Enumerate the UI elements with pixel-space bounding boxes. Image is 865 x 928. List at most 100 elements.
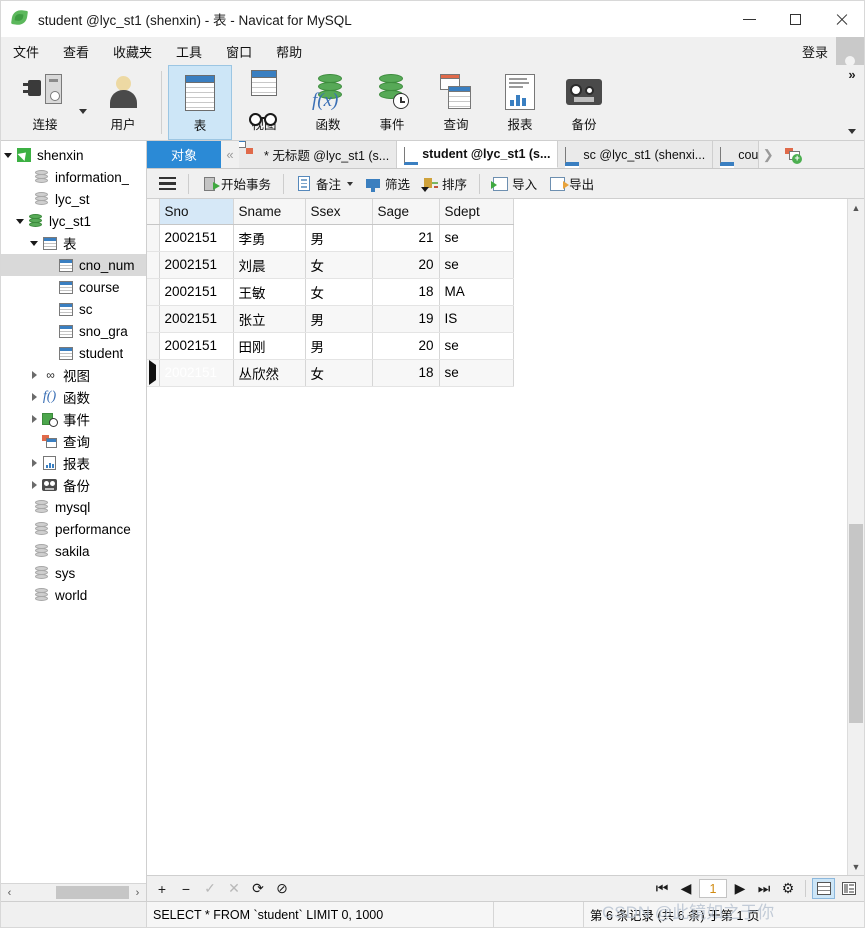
cell-ssex[interactable]: 女 — [305, 278, 373, 306]
cell-sname[interactable]: 张立 — [233, 305, 306, 333]
tree-node-functions[interactable]: f() 函数 — [1, 386, 146, 408]
tree-node-sys[interactable]: sys — [1, 562, 146, 584]
add-record-button[interactable]: + — [151, 878, 173, 900]
toolbar-report[interactable]: 报表 — [488, 65, 552, 140]
cell-sage[interactable]: 18 — [372, 359, 440, 387]
filter-button[interactable]: 筛选 — [360, 171, 415, 196]
cell-sno[interactable]: 2002151 — [159, 305, 234, 333]
row-indicator[interactable] — [147, 224, 160, 252]
cell-ssex[interactable]: 男 — [305, 332, 373, 360]
tab-untitled-query[interactable]: * 无标题 @lyc_st1 (s... — [239, 141, 398, 168]
chevron-down-icon[interactable] — [347, 181, 354, 186]
cell-sno[interactable]: 2002151 — [159, 332, 234, 360]
grid-vscrollbar[interactable]: ▲ ▼ — [847, 199, 864, 875]
column-header-sname[interactable]: Sname — [233, 199, 306, 225]
start-transaction-button[interactable]: 开始事务 — [196, 171, 276, 196]
cell-sage[interactable]: 19 — [372, 305, 440, 333]
toolbar-overflow[interactable]: » — [844, 65, 860, 140]
tab-course[interactable]: cou — [713, 141, 760, 168]
toolbar-function[interactable]: f(x) 函数 — [296, 65, 360, 140]
tab-student[interactable]: student @lyc_st1 (s... — [397, 141, 559, 168]
twisty-down-icon[interactable] — [1, 152, 15, 158]
scroll-track[interactable] — [18, 884, 129, 901]
cell-ssex[interactable]: 男 — [305, 305, 373, 333]
connection-dropdown-caret[interactable] — [77, 65, 91, 140]
row-indicator[interactable] — [147, 332, 160, 360]
toolbar-view[interactable]: 视图 — [232, 65, 296, 140]
tab-sc[interactable]: sc @lyc_st1 (shenxi... — [558, 141, 714, 168]
column-header-sno[interactable]: Sno — [159, 199, 234, 225]
tree-node-views[interactable]: ∞ 视图 — [1, 364, 146, 386]
twisty-right-icon[interactable] — [27, 459, 41, 467]
cancel-changes-button[interactable]: ✕ — [223, 878, 245, 900]
cell-sdept[interactable]: se — [439, 251, 514, 279]
close-button[interactable] — [818, 1, 864, 37]
cell-sno[interactable]: 2002151 — [159, 251, 234, 279]
refresh-button[interactable]: ⟳ — [247, 878, 269, 900]
tab-scroll-right[interactable]: ❯ — [759, 141, 777, 168]
minimize-button[interactable] — [726, 1, 772, 37]
grid-view-toggle[interactable] — [812, 878, 835, 899]
tree-node-lyc-st[interactable]: lyc_st — [1, 188, 146, 210]
menu-favorites[interactable]: 收藏夹 — [101, 38, 164, 65]
next-page-button[interactable]: ▶ — [729, 878, 751, 900]
scroll-down-icon[interactable]: ▼ — [848, 858, 864, 875]
data-grid-area[interactable]: Sno Sname Ssex Sage Sdept 2002151 李勇 男 2… — [147, 199, 847, 875]
tree-node-table-sno-gra[interactable]: sno_gra — [1, 320, 146, 342]
table-row[interactable]: 2002151 李勇 男 21 se — [147, 224, 514, 252]
scroll-thumb[interactable] — [56, 886, 129, 899]
cell-ssex[interactable]: 男 — [305, 224, 373, 252]
cell-sdept[interactable]: se — [439, 332, 514, 360]
twisty-down-icon[interactable] — [27, 240, 41, 246]
data-grid[interactable]: Sno Sname Ssex Sage Sdept 2002151 李勇 男 2… — [147, 199, 514, 387]
first-page-button[interactable]: ⏮ — [651, 878, 673, 900]
row-indicator[interactable] — [147, 251, 160, 279]
tree-node-table-course[interactable]: course — [1, 276, 146, 298]
tree-node-queries[interactable]: 查询 — [1, 430, 146, 452]
tab-scroll-left[interactable]: « — [221, 141, 239, 168]
scroll-left-icon[interactable]: ‹ — [1, 884, 18, 901]
toolbar-user[interactable]: 用户 — [91, 65, 155, 140]
twisty-right-icon[interactable] — [27, 415, 41, 423]
apply-changes-button[interactable]: ✓ — [199, 878, 221, 900]
toolbar-query[interactable]: 查询 — [424, 65, 488, 140]
table-row[interactable]: 2002151 张立 男 19 IS — [147, 305, 514, 333]
menu-help[interactable]: 帮助 — [264, 38, 314, 65]
tree-node-events[interactable]: 事件 — [1, 408, 146, 430]
page-number-input[interactable]: 1 — [699, 879, 727, 898]
toolbar-connection[interactable]: 连接 — [13, 65, 77, 140]
cell-sname[interactable]: 李勇 — [233, 224, 306, 252]
cell-sname[interactable]: 田刚 — [233, 332, 306, 360]
column-header-ssex[interactable]: Ssex — [305, 199, 373, 225]
twisty-right-icon[interactable] — [27, 481, 41, 489]
menu-file[interactable]: 文件 — [1, 38, 51, 65]
tree-node-sakila[interactable]: sakila — [1, 540, 146, 562]
toolbar-table[interactable]: 表 — [168, 65, 232, 140]
toolbar-event[interactable]: 事件 — [360, 65, 424, 140]
menu-view[interactable]: 查看 — [51, 38, 101, 65]
table-row[interactable]: 2002151 王敏 女 18 MA — [147, 278, 514, 306]
cell-sdept[interactable]: MA — [439, 278, 514, 306]
row-indicator[interactable] — [147, 305, 160, 333]
table-row[interactable]: 2002151 田刚 男 20 se — [147, 332, 514, 360]
cell-sno[interactable]: 2002151 — [159, 224, 234, 252]
cell-sage[interactable]: 18 — [372, 278, 440, 306]
column-header-sdept[interactable]: Sdept — [439, 199, 514, 225]
cell-sname[interactable]: 王敏 — [233, 278, 306, 306]
tree-node-shenxin[interactable]: shenxin — [1, 144, 146, 166]
avatar[interactable] — [836, 37, 864, 65]
scroll-track[interactable] — [848, 216, 864, 858]
tree-node-table-cno-num[interactable]: cno_num — [1, 254, 146, 276]
delete-record-button[interactable]: − — [175, 878, 197, 900]
cell-sage[interactable]: 20 — [372, 332, 440, 360]
tree-node-information-schema[interactable]: information_ — [1, 166, 146, 188]
toolbar-backup[interactable]: 备份 — [552, 65, 616, 140]
login-link[interactable]: 登录 — [802, 42, 828, 61]
twisty-right-icon[interactable] — [27, 371, 41, 379]
sort-button[interactable]: 排序 — [417, 171, 472, 196]
settings-gear-button[interactable]: ⚙ — [777, 878, 799, 900]
tree-node-world[interactable]: world — [1, 584, 146, 606]
cell-sname[interactable]: 丛欣然 — [233, 359, 306, 387]
tree-node-reports[interactable]: 报表 — [1, 452, 146, 474]
tree-node-lyc-st1[interactable]: lyc_st1 — [1, 210, 146, 232]
